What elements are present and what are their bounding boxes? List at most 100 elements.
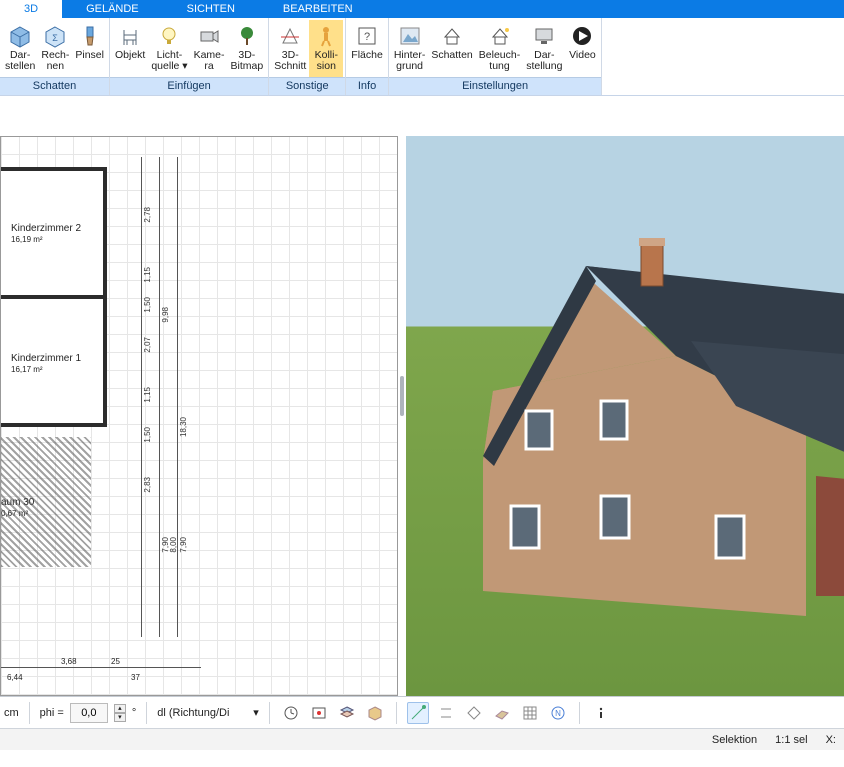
beleuchtung-label: Beleuch- tung (479, 50, 520, 72)
phi-spinner[interactable]: ▴▾ (114, 704, 126, 722)
section-icon (278, 24, 302, 48)
dim-r-8: 2,83 (143, 477, 152, 493)
group-label-sonstige: Sonstige (269, 77, 345, 95)
house-3d (436, 196, 844, 636)
3dbitmap-label: 3D- Bitmap (231, 50, 264, 72)
phi-label: phi = (40, 707, 64, 719)
dim-r-3: 1,15 (143, 267, 152, 283)
objekt-label: Objekt (115, 50, 145, 61)
landscape-icon (398, 24, 422, 48)
room1-name: Kinderzimmer 1 (11, 353, 81, 364)
dim-r-6: 1,15 (143, 387, 152, 403)
kamera-button[interactable]: Kame- ra (191, 20, 228, 77)
display-icon (532, 24, 556, 48)
tab-gelaende[interactable]: GELÄNDE (62, 0, 163, 18)
cube-small-icon[interactable] (364, 702, 386, 724)
workspace: Kinderzimmer 2 16,19 m² Kinderzimmer 1 1… (0, 96, 844, 696)
group-label-schatten: Schatten (0, 77, 109, 95)
info-dots-icon[interactable] (590, 702, 612, 724)
tab-bearbeiten[interactable]: BEARBEITEN (259, 0, 377, 18)
chair-icon (118, 24, 142, 48)
video-button[interactable]: Video (565, 20, 599, 77)
phi-input[interactable] (70, 703, 108, 723)
dim-r-13: 9,98 (161, 307, 170, 323)
group-label-info: Info (346, 77, 388, 95)
dim-b-0: 6,44 (7, 673, 23, 682)
3dbitmap-button[interactable]: 3D- Bitmap (228, 20, 267, 77)
hintergrund-button[interactable]: Hinter- grund (391, 20, 429, 77)
objekt-button[interactable]: Objekt (112, 20, 148, 77)
ribbon-group-einfuegen: Objekt Licht- quelle ▾ Kame- ra 3D- Bitm… (110, 18, 269, 95)
kollision-button[interactable]: Kolli- sion (309, 20, 343, 77)
camera-icon (197, 24, 221, 48)
dim-r-5: 2,07 (143, 337, 152, 353)
tab-sichten[interactable]: SICHTEN (163, 0, 259, 18)
3dschnitt-button[interactable]: 3D- Schnitt (271, 20, 309, 77)
record-icon[interactable] (308, 702, 330, 724)
floorplan-viewport[interactable]: Kinderzimmer 2 16,19 m² Kinderzimmer 1 1… (0, 136, 398, 696)
status-x: X: (826, 734, 836, 746)
room2-name: Kinderzimmer 2 (11, 223, 81, 234)
room1-area: 16,17 m² (11, 365, 43, 374)
brush-icon (78, 24, 102, 48)
clock-icon[interactable] (280, 702, 302, 724)
north-icon[interactable]: N (547, 702, 569, 724)
house-light-icon (488, 24, 512, 48)
dim-r-11: 8,00 (169, 537, 178, 553)
cube-calc-icon: Σ (43, 24, 67, 48)
dim-b-2: 25 (111, 657, 120, 666)
lichtquelle-label: Licht- quelle ▾ (151, 50, 187, 72)
svg-text:N: N (555, 709, 561, 718)
3dschnitt-label: 3D- Schnitt (274, 50, 306, 72)
snap-parallel-icon[interactable] (435, 702, 457, 724)
dim-r-14: 18,30 (179, 417, 188, 437)
schatten2-label: Schatten (431, 50, 472, 61)
pane-splitter[interactable] (398, 96, 406, 696)
room2-area: 16,19 m² (11, 235, 43, 244)
svg-text:Σ: Σ (53, 33, 59, 43)
snap-grid-icon[interactable] (519, 702, 541, 724)
dim-r-7: 1,50 (143, 427, 152, 443)
dim-r-2: 2,78 (143, 207, 152, 223)
ribbon-group-schatten: Dar- stellen Σ Rech- nen Pinsel Schatten (0, 18, 110, 95)
darstellen-button[interactable]: Dar- stellen (2, 20, 38, 77)
schatten2-button[interactable]: Schatten (428, 20, 475, 77)
mode-dropdown[interactable]: dl (Richtung/Di (157, 707, 247, 719)
status-scale: 1:1 sel (775, 734, 807, 746)
kollision-label: Kolli- sion (315, 50, 338, 72)
status-bar: Selektion 1:1 sel X: (0, 728, 844, 750)
tree-icon (235, 24, 259, 48)
darstellung-button[interactable]: Dar- stellung (523, 20, 565, 77)
main-tabs: 3D GELÄNDE SICHTEN BEARBEITEN (0, 0, 844, 18)
flaeche-button[interactable]: ? Fläche (348, 20, 386, 77)
status-selection: Selektion (712, 734, 757, 746)
snap-plane-icon[interactable] (491, 702, 513, 724)
group-label-einstellungen: Einstellungen (389, 77, 602, 95)
bulb-icon (157, 24, 181, 48)
dropdown-chevron-icon[interactable]: ▾ (253, 706, 259, 719)
play-icon (570, 24, 594, 48)
darstellung-label: Dar- stellung (526, 50, 562, 72)
dim-b-3: 37 (131, 673, 140, 682)
dim-r-4: 1,50 (143, 297, 152, 313)
kamera-label: Kame- ra (194, 50, 225, 72)
rechnen-label: Rech- nen (41, 50, 69, 72)
dim-b-1: 3,68 (61, 657, 77, 666)
video-label: Video (569, 50, 596, 61)
dim-r-12: 7,90 (179, 537, 188, 553)
beleuchtung-button[interactable]: Beleuch- tung (476, 20, 523, 77)
lichtquelle-button[interactable]: Licht- quelle ▾ (148, 20, 190, 77)
pinsel-button[interactable]: Pinsel (72, 20, 107, 77)
group-label-einfuegen: Einfügen (110, 77, 268, 95)
house-shadow-icon (440, 24, 464, 48)
ribbon: Dar- stellen Σ Rech- nen Pinsel Schatten… (0, 18, 844, 96)
snap-diamond-icon[interactable] (463, 702, 485, 724)
svg-text:?: ? (364, 31, 370, 43)
hintergrund-label: Hinter- grund (394, 50, 426, 72)
snap-endpoint-icon[interactable] (407, 702, 429, 724)
tab-3d[interactable]: 3D (0, 0, 62, 18)
rechnen-button[interactable]: Σ Rech- nen (38, 20, 72, 77)
3d-viewport[interactable] (406, 136, 844, 696)
person-icon (314, 24, 338, 48)
layers-stack-icon[interactable] (336, 702, 358, 724)
